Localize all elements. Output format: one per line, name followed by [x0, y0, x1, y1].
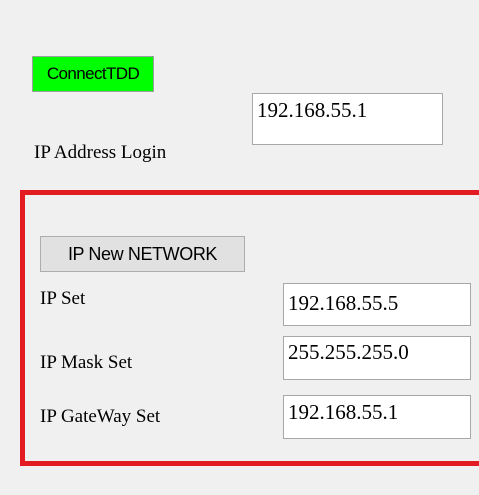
ip-address-login-field[interactable]: 192.168.55.1: [252, 93, 443, 145]
ip-set-label: IP Set: [40, 288, 86, 309]
ip-gateway-set-field[interactable]: 192.168.55.1: [283, 395, 471, 439]
ip-new-network-button[interactable]: IP New NETWORK: [40, 236, 245, 272]
ip-mask-set-field[interactable]: 255.255.255.0: [283, 336, 471, 380]
ip-address-login-label: IP Address Login: [34, 142, 167, 163]
ip-gateway-set-label: IP GateWay Set: [40, 406, 161, 427]
connect-tdd-button[interactable]: ConnectTDD: [32, 56, 154, 92]
ip-mask-set-label: IP Mask Set: [40, 352, 133, 373]
ip-set-field[interactable]: 192.168.55.5: [283, 283, 471, 326]
